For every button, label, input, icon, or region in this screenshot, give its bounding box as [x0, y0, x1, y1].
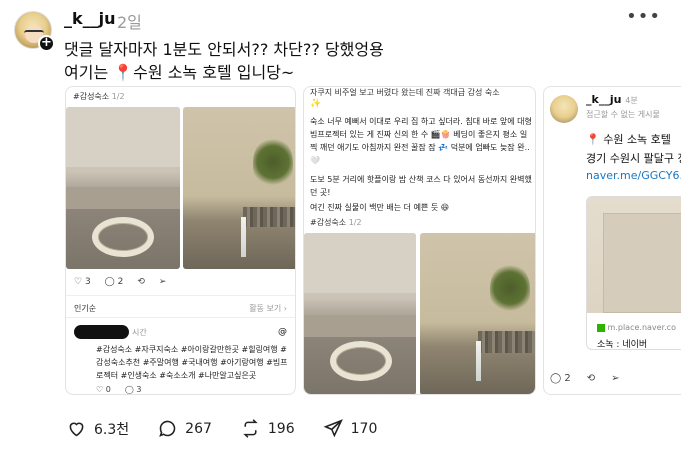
- card2-tag: #감성숙소 1/2: [310, 218, 362, 227]
- card2-text-body-2: 도보 5분 거리에 핫플이랑 밤 산책 코스 다 있어서 동선까지 완벽했던 곳…: [310, 175, 532, 197]
- link-preview-card[interactable]: m.place.naver.co 소녹 : 네이버: [586, 196, 681, 350]
- share-icon[interactable]: ➢: [611, 373, 619, 384]
- naver-link[interactable]: naver.me/GGCY6...: [586, 169, 681, 182]
- stone-wall: [243, 207, 295, 227]
- link-title: 소녹 : 네이버: [597, 340, 648, 350]
- water-stream: [241, 217, 246, 257]
- plant-image: [490, 263, 530, 313]
- share-button[interactable]: 170: [323, 418, 378, 439]
- comment-stats: ♡ 0 ◯ 3: [96, 385, 141, 394]
- quoted-screenshot-1[interactable]: #감성숙소 1/2 ♡ 3 ◯ 2 ⟲ ➢ 인기순 활동 보기 › 시간 @ #…: [65, 86, 296, 395]
- threads-icon: @: [278, 327, 287, 337]
- card3-stats: ◯ 2 ⟲ ➢: [550, 373, 620, 384]
- like-button[interactable]: 6.3천: [66, 418, 129, 439]
- comment-icon: [159, 420, 176, 437]
- post-text-prefix: 여기는: [64, 63, 114, 82]
- share-icon[interactable]: ➢: [159, 277, 167, 287]
- action-bar: 6.3천 267 196 170: [66, 418, 377, 439]
- card1-stats: ♡ 3 ◯ 2 ⟲ ➢: [74, 277, 166, 287]
- bathtub-photo-2: [183, 107, 295, 269]
- comment-count: 267: [185, 420, 212, 437]
- username: _k__ju 4분: [586, 93, 638, 106]
- link-preview-image: [587, 197, 681, 313]
- plant-image: [253, 137, 293, 187]
- stone-wall: [478, 331, 535, 353]
- redacted-username: [74, 325, 129, 339]
- post-text-place: 수원 소녹 호텔 입니당~: [133, 63, 295, 82]
- sparkle-icon: ✨: [310, 99, 322, 109]
- heart-icon: [69, 422, 84, 437]
- more-icon[interactable]: •••: [626, 6, 661, 27]
- share-icon: [323, 419, 343, 438]
- username[interactable]: _k__ju: [64, 9, 116, 28]
- post-time: 2일: [117, 13, 142, 32]
- inaccessible-note: 접근할 수 없는 게시물: [586, 110, 660, 119]
- heart-icon[interactable]: ♡ 3: [74, 277, 91, 287]
- swim-ring-image: [330, 341, 392, 381]
- comment-icon[interactable]: ◯ 2: [550, 373, 571, 384]
- heart-icon[interactable]: ♡ 0: [96, 385, 111, 394]
- water-stream: [476, 341, 481, 381]
- pin-icon: 📍: [113, 63, 134, 82]
- sort-label[interactable]: 인기순: [74, 303, 96, 314]
- swim-ring-image: [92, 217, 154, 257]
- repost-icon[interactable]: ⟲: [137, 277, 145, 287]
- place-name: 📍 수원 소녹 호텔: [586, 133, 671, 146]
- comment-icon[interactable]: ◯ 3: [125, 385, 142, 394]
- bathtub-photo: [304, 233, 416, 394]
- comment-icon[interactable]: ◯ 2: [105, 277, 124, 287]
- post-text-line-2: 여기는 📍수원 소녹 호텔 입니당~: [64, 59, 294, 83]
- naver-icon: [597, 323, 605, 332]
- repost-icon[interactable]: ⟲: [587, 373, 595, 384]
- bathtub-photo: [66, 107, 180, 269]
- comment-hashtags: #감성숙소 #자쿠지숙소 #아이랑갈만한곳 #힐링여행 #감성숙소추천 #주말여…: [96, 345, 288, 380]
- repost-button[interactable]: 196: [240, 418, 295, 439]
- plus-icon[interactable]: +: [38, 35, 55, 52]
- avatar: [550, 95, 578, 123]
- repost-icon: [243, 419, 258, 438]
- quoted-screenshot-2[interactable]: 자쿠지 비주얼 보고 버렸다 왔는데 진짜 객대급 감성 숙소 ✨ 숙소 너무 …: [303, 86, 536, 395]
- card2-text-body: 숙소 너무 예뻐서 이대로 우리 집 하고 싶더라. 침대 바로 앞에 대형 빔…: [310, 117, 532, 165]
- place-address: 경기 수원시 팔달구 정: [586, 152, 681, 165]
- card2-text-top: 자쿠지 비주얼 보고 버렸다 왔는데 진짜 객대급 감성 숙소: [310, 88, 500, 97]
- comment-time: 시간: [132, 328, 147, 337]
- post-text-line-1: 댓글 달자마자 1분도 안되서?? 차단?? 당했엉용: [64, 40, 384, 59]
- card1-tag: #감성숙소 1/2: [73, 92, 125, 101]
- repost-count: 196: [267, 420, 295, 437]
- link-domain: m.place.naver.co: [597, 323, 676, 332]
- see-activity-link[interactable]: 활동 보기 ›: [249, 303, 287, 314]
- bathtub-photo-2: [420, 233, 535, 394]
- like-count: 6.3천: [94, 421, 130, 438]
- card2-text-body-3: 여긴 진짜 실물이 백만 배는 더 예쁜 듯 😆: [310, 203, 450, 212]
- share-count: 170: [350, 420, 378, 437]
- comment-button[interactable]: 267: [157, 418, 212, 439]
